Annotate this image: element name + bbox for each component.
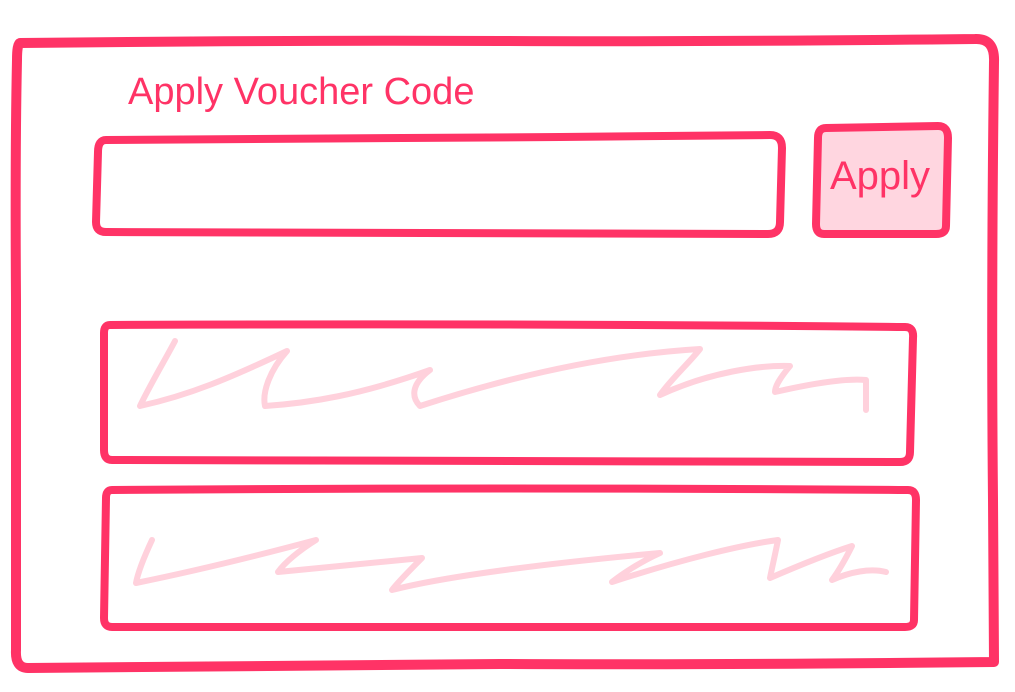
voucher-code-input[interactable]: [104, 140, 776, 230]
page-title: Apply Voucher Code: [128, 71, 475, 113]
apply-button[interactable]: [816, 126, 948, 236]
result-card-2: [104, 490, 916, 627]
result-card-1: [104, 325, 914, 462]
